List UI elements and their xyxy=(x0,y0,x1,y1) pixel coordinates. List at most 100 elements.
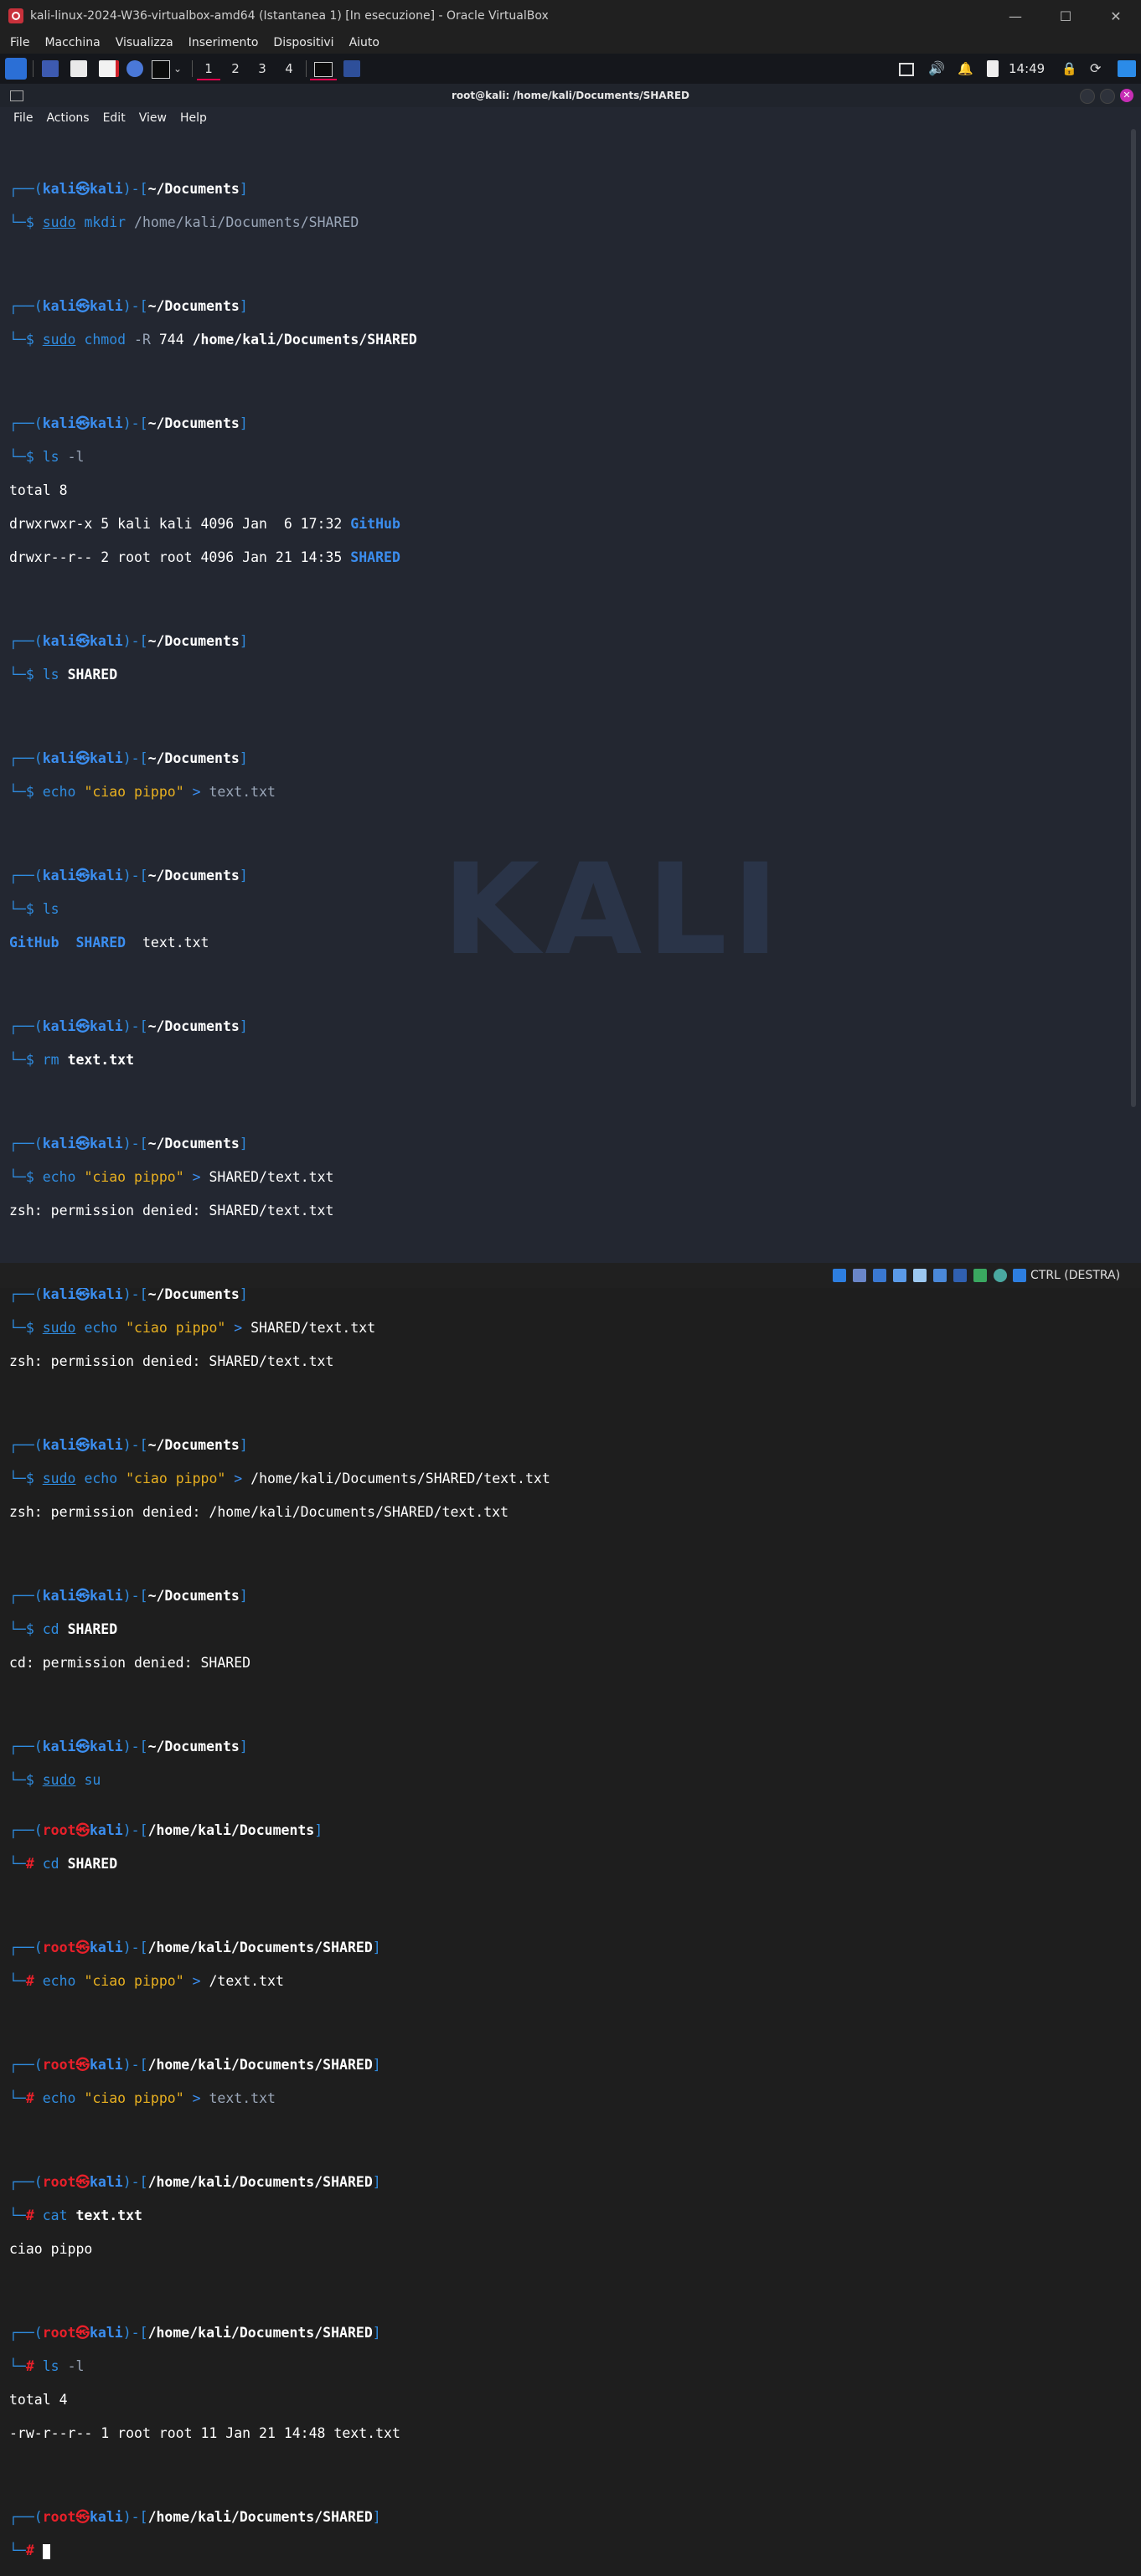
workspace-3[interactable]: 3 xyxy=(250,59,274,79)
mouse-integration-icon[interactable] xyxy=(1013,1269,1026,1282)
panel-clock[interactable]: 14:49 xyxy=(1009,61,1045,76)
shared-folders-icon[interactable] xyxy=(933,1269,947,1282)
panel-separator xyxy=(306,60,307,77)
maximize-button[interactable]: ☐ xyxy=(1040,0,1091,32)
output-line: zsh: permission denied: SHARED/text.txt xyxy=(9,1353,334,1369)
prompt-line: ┌──(kali㉿kali)-[~/Documents] xyxy=(9,868,248,884)
workspace-1[interactable]: 1 xyxy=(197,59,220,80)
terminal-output[interactable]: ┌──(kali㉿kali)-[~/Documents] └─$ sudo mk… xyxy=(9,147,550,2576)
terminal-menu-file[interactable]: File xyxy=(13,111,33,125)
root-prompt-line: ┌──(root㉿kali)-[/home/kali/Documents] xyxy=(9,1822,323,1838)
workspace-4[interactable]: 4 xyxy=(277,59,301,79)
minimize-button[interactable]: — xyxy=(990,0,1040,32)
output-line: drwxrwxr-x 5 kali kali 4096 Jan 6 17:32 … xyxy=(9,516,400,532)
chevron-down-icon[interactable]: ⌄ xyxy=(173,60,190,77)
output-line: zsh: permission denied: /home/kali/Docum… xyxy=(9,1504,509,1520)
workspace-2[interactable]: 2 xyxy=(224,59,247,79)
prompt-line: ┌──(kali㉿kali)-[~/Documents] xyxy=(9,1588,248,1604)
panel-separator xyxy=(192,60,193,77)
output-line: drwxr--r-- 2 root root 4096 Jan 21 14:35… xyxy=(9,549,400,565)
active-command-line[interactable]: └─# xyxy=(9,2543,550,2559)
output-line: zsh: permission denied: SHARED/text.txt xyxy=(9,1203,334,1218)
terminal-close-button[interactable]: ✕ xyxy=(1120,89,1133,102)
menu-inserimento[interactable]: Inserimento xyxy=(188,36,259,49)
prompt-line: ┌──(kali㉿kali)-[~/Documents] xyxy=(9,1437,248,1453)
battery-icon[interactable] xyxy=(987,60,999,77)
menu-visualizza[interactable]: Visualizza xyxy=(116,36,173,49)
logout-icon[interactable]: ⟳ xyxy=(1090,60,1107,77)
terminal-menu-edit[interactable]: Edit xyxy=(103,111,126,125)
command-line: └─# echo "ciao pippo" > /text.txt xyxy=(9,1973,284,1989)
terminal-menu-bar: File Actions Edit View Help xyxy=(0,107,1141,129)
terminal-title: root@kali: /home/kali/Documents/SHARED xyxy=(452,90,689,101)
vbox-status-bar: CTRL (DESTRA) xyxy=(0,1263,1141,1288)
prompt-line: ┌──(kali㉿kali)-[~/Documents] xyxy=(9,415,248,431)
command-line: └─$ sudo chmod -R 744 /home/kali/Documen… xyxy=(9,332,417,348)
folder-icon[interactable] xyxy=(1118,60,1136,77)
command-line: └─$ echo "ciao pippo" > text.txt xyxy=(9,784,276,800)
vbox-title-bar: kali-linux-2024-W36-virtualbox-amd64 (Is… xyxy=(0,0,1141,32)
desktop-icon[interactable] xyxy=(42,60,59,77)
output-line: cd: permission denied: SHARED xyxy=(9,1655,251,1671)
file-manager-icon[interactable] xyxy=(70,60,87,77)
output-line: -rw-r--r-- 1 root root 11 Jan 21 14:48 t… xyxy=(9,2425,400,2441)
close-button[interactable]: ✕ xyxy=(1091,0,1141,32)
notification-bell-icon[interactable]: 🔔 xyxy=(958,60,974,77)
terminal-launcher-icon[interactable] xyxy=(152,60,170,79)
command-line: └─$ echo "ciao pippo" > SHARED/text.txt xyxy=(9,1169,334,1185)
kali-menu-icon[interactable] xyxy=(5,58,27,80)
video-capture-icon[interactable] xyxy=(973,1269,987,1282)
command-line: └─# cat text.txt xyxy=(9,2208,142,2223)
command-line: └─$ cd SHARED xyxy=(9,1621,118,1637)
usb-icon[interactable] xyxy=(913,1269,927,1282)
vbox-menu-bar: File Macchina Visualizza Inserimento Dis… xyxy=(0,32,1141,54)
prompt-line: ┌──(kali㉿kali)-[~/Documents] xyxy=(9,1018,248,1034)
command-line: └─$ ls xyxy=(9,901,59,917)
text-editor-icon[interactable] xyxy=(99,60,119,77)
output-line: total 8 xyxy=(9,482,68,498)
output-line: GitHub SHARED text.txt xyxy=(9,935,209,951)
root-prompt-line: ┌──(root㉿kali)-[/home/kali/Documents/SHA… xyxy=(9,2509,381,2525)
prompt-line: ┌──(kali㉿kali)-[~/Documents] xyxy=(9,298,248,314)
command-line: └─# cd SHARED xyxy=(9,1856,118,1872)
menu-macchina[interactable]: Macchina xyxy=(44,36,100,49)
window-controls: — ☐ ✕ xyxy=(990,0,1141,32)
root-prompt-line: ┌──(root㉿kali)-[/home/kali/Documents/SHA… xyxy=(9,2325,381,2341)
browser-icon[interactable] xyxy=(126,60,143,77)
menu-file[interactable]: File xyxy=(10,36,29,49)
optical-drive-icon[interactable] xyxy=(853,1269,866,1282)
terminal-menu-help[interactable]: Help xyxy=(180,111,207,125)
hard-disk-icon[interactable] xyxy=(833,1269,846,1282)
lock-icon[interactable]: 🔒 xyxy=(1061,60,1078,77)
prompt-line: ┌──(kali㉿kali)-[~/Documents] xyxy=(9,750,248,766)
command-line: └─$ rm text.txt xyxy=(9,1052,135,1068)
terminal-window: root@kali: /home/kali/Documents/SHARED ✕… xyxy=(0,84,1141,2559)
terminal-window-icon xyxy=(10,90,23,101)
network-icon[interactable] xyxy=(899,63,914,76)
audio-icon[interactable] xyxy=(873,1269,886,1282)
virtualization-icon[interactable] xyxy=(994,1269,1007,1282)
menu-dispositivi[interactable]: Dispositivi xyxy=(273,36,333,49)
volume-icon[interactable]: 🔊 xyxy=(928,60,945,77)
virtualbox-app-icon xyxy=(8,8,23,23)
command-line: └─$ sudo echo "ciao pippo" > SHARED/text… xyxy=(9,1320,376,1336)
terminal-minimize-button[interactable] xyxy=(1080,89,1095,104)
taskbar-window-icon[interactable] xyxy=(343,60,360,77)
menu-aiuto[interactable]: Aiuto xyxy=(349,36,379,49)
taskbar-terminal[interactable] xyxy=(310,59,337,80)
terminal-maximize-button[interactable] xyxy=(1100,89,1115,104)
kali-panel: ⌄ 1 2 3 4 🔊 🔔 14:49 🔒 ⟳ xyxy=(0,54,1141,84)
prompt-line: ┌──(kali㉿kali)-[~/Documents] xyxy=(9,181,248,197)
terminal-icon xyxy=(314,61,333,77)
terminal-scrollbar[interactable] xyxy=(1131,129,1136,1107)
root-prompt-line: ┌──(root㉿kali)-[/home/kali/Documents/SHA… xyxy=(9,2174,381,2190)
network-adapter-icon[interactable] xyxy=(893,1269,906,1282)
command-line: └─# echo "ciao pippo" > text.txt xyxy=(9,2090,276,2106)
terminal-menu-actions[interactable]: Actions xyxy=(46,111,89,125)
terminal-menu-view[interactable]: View xyxy=(139,111,167,125)
prompt-line: ┌──(kali㉿kali)-[~/Documents] xyxy=(9,1136,248,1151)
display-icon[interactable] xyxy=(953,1269,967,1282)
command-line: └─$ ls SHARED xyxy=(9,667,118,683)
root-prompt-line: ┌──(root㉿kali)-[/home/kali/Documents/SHA… xyxy=(9,2057,381,2073)
command-line: └─$ sudo echo "ciao pippo" > /home/kali/… xyxy=(9,1471,550,1486)
